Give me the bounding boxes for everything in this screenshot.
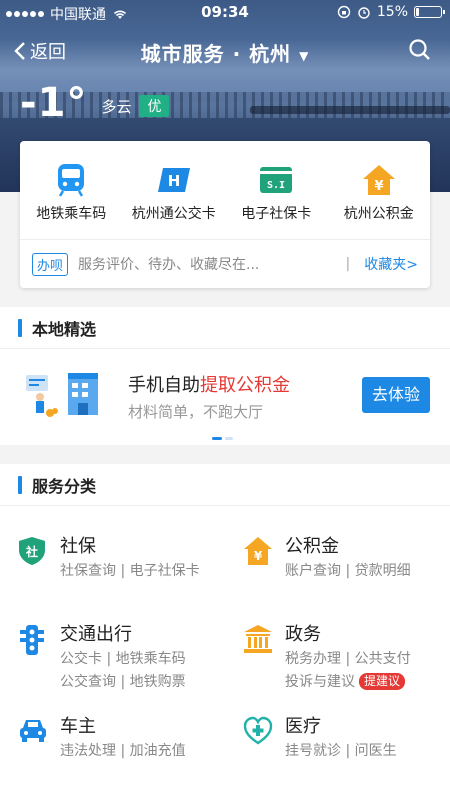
service-categories-header: 服务分类 <box>0 464 450 506</box>
service-name: 公积金 <box>285 536 339 557</box>
service-links: 挂号就诊 | 问医生 <box>285 743 397 759</box>
weather-condition: 多云 <box>101 97 132 116</box>
car-icon <box>18 716 48 746</box>
quick-item-label: 地铁乘车码 <box>36 206 107 222</box>
try-now-button[interactable]: 去体验 <box>362 377 430 413</box>
service-name: 社保 <box>60 536 96 557</box>
banshi-tag: 办呗 <box>32 252 69 276</box>
promo-illustration <box>24 369 104 419</box>
promo-subtitle: 材料简单，不跑大厅 <box>128 403 264 421</box>
quick-item-metro-code[interactable]: 地铁乘车码 <box>20 141 123 239</box>
metro-icon <box>54 163 88 197</box>
medical-cross-icon <box>243 716 273 746</box>
weather-widget[interactable]: -1° 多云 优 <box>20 80 170 126</box>
svg-text:S.I: S.I <box>267 180 285 191</box>
quick-item-housing-fund[interactable]: ¥ 杭州公积金 <box>328 141 431 239</box>
service-name: 车主 <box>60 716 96 737</box>
status-bar: 中国联通 09:34 15% <box>0 0 450 24</box>
quick-services-card: 地铁乘车码 H 杭州通公交卡 S.I 电子社保卡 ¥ 杭州公积金 办呗 服务评价… <box>20 141 430 288</box>
quick-item-label: 电子社保卡 <box>241 206 312 222</box>
service-name: 医疗 <box>285 716 321 737</box>
service-links: 账户查询 | 贷款明细 <box>285 563 411 579</box>
social-security-card-icon: S.I <box>259 163 293 197</box>
service-name: 政务 <box>285 624 321 645</box>
service-links: 公交卡 | 地铁乘车码 公交查询 | 地铁购票 <box>60 651 186 690</box>
page-title: 城市服务 · 杭州 <box>140 42 292 66</box>
service-name: 交通出行 <box>60 624 132 645</box>
rotation-lock-icon <box>337 5 351 19</box>
service-categories-grid: 社 社保 社保查询 | 电子社保卡 ¥ 公积金 账户查询 | 贷款明细 交通出行… <box>0 506 450 800</box>
quick-item-label: 杭州通公交卡 <box>131 206 216 222</box>
promo-title: 手机自助提取公积金 <box>128 375 290 396</box>
svg-text:社: 社 <box>25 544 38 559</box>
svg-text:H: H <box>167 172 180 190</box>
service-links: 社保查询 | 电子社保卡 <box>60 563 200 579</box>
section-title: 服务分类 <box>32 476 97 496</box>
promo-banner[interactable]: 手机自助提取公积金 材料简单，不跑大厅 去体验 <box>0 349 450 445</box>
quick-item-label: 杭州公积金 <box>343 206 414 222</box>
quick-item-social-card[interactable]: S.I 电子社保卡 <box>225 141 328 239</box>
house-yen-icon: ¥ <box>243 536 273 566</box>
service-links: 违法处理 | 加油充值 <box>60 743 186 759</box>
search-button[interactable] <box>408 38 432 66</box>
quick-item-bus-card[interactable]: H 杭州通公交卡 <box>123 141 226 239</box>
bus-card-h-icon: H <box>157 163 191 197</box>
housing-fund-icon: ¥ <box>362 163 396 197</box>
assistant-description: 服务评价、待办、收藏尽在... <box>78 257 260 273</box>
section-title: 本地精选 <box>32 319 97 339</box>
search-icon <box>409 39 430 60</box>
temperature: -1° <box>20 80 88 126</box>
air-quality-badge: 优 <box>139 95 170 117</box>
svg-text:¥: ¥ <box>254 549 263 563</box>
caret-down-icon: ▼ <box>299 48 310 63</box>
battery-icon <box>414 6 445 18</box>
suggestion-badge[interactable]: 提建议 <box>359 673 406 690</box>
alarm-icon <box>358 7 370 19</box>
battery-percent: 15% <box>376 4 408 20</box>
local-picks-header: 本地精选 <box>0 307 450 349</box>
traffic-light-icon <box>18 624 48 655</box>
shield-icon: 社 <box>18 536 48 566</box>
nav-bar: 返回 城市服务 · 杭州 ▼ <box>0 30 450 74</box>
svg-text:¥: ¥ <box>374 179 383 194</box>
divider: | <box>345 256 351 272</box>
service-links: 税务办理 | 公共支付 投诉与建议 提建议 <box>285 651 411 690</box>
government-building-icon <box>243 624 273 654</box>
service-assistant-bar[interactable]: 办呗 服务评价、待办、收藏尽在... | 收藏夹> <box>20 239 430 288</box>
carousel-indicator <box>212 437 233 440</box>
favorites-link[interactable]: 收藏夹> <box>364 254 418 274</box>
city-selector[interactable]: 城市服务 · 杭州 ▼ <box>0 38 450 67</box>
